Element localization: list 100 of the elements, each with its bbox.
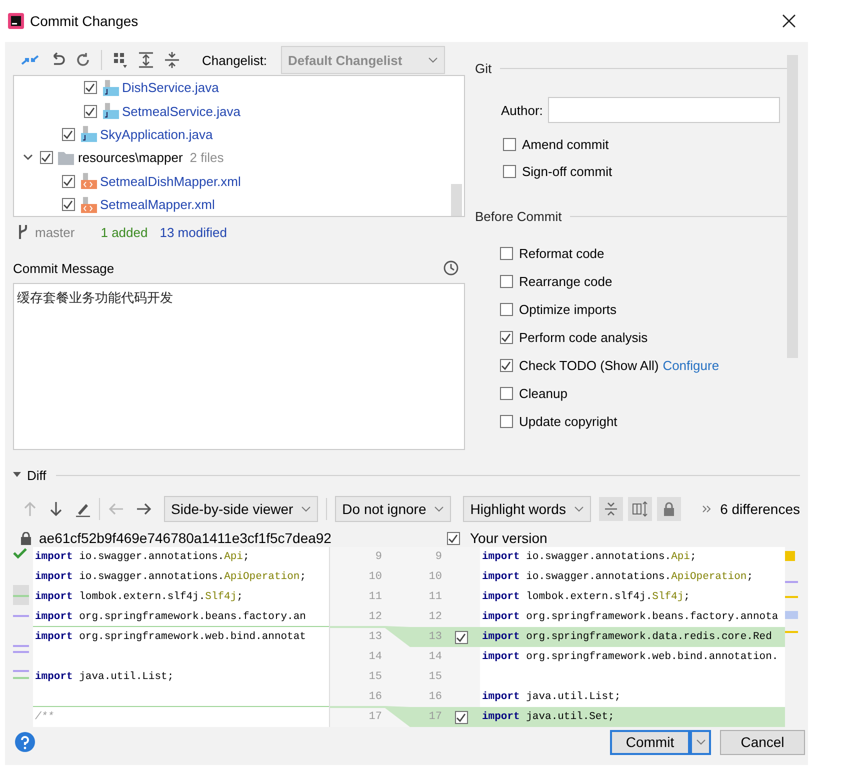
checkbox[interactable] <box>62 198 75 212</box>
line-number: 10 <box>368 571 382 583</box>
java-file-icon <box>101 78 119 97</box>
folder-icon <box>57 150 75 166</box>
line-number: 16 <box>368 691 382 703</box>
file-name[interactable]: SkyApplication.java <box>100 126 213 142</box>
commit-message-label: Commit Message <box>13 260 114 276</box>
xml-file-icon <box>79 172 97 190</box>
code-line: import org.springframework.data.redis.core.Red <box>482 631 772 643</box>
code-line: import lombok.extern.slf4j.Slf4j; <box>35 591 243 603</box>
code-line: /** <box>35 711 54 723</box>
check-icon <box>61 198 75 212</box>
right-arrow-icon[interactable] <box>136 502 152 516</box>
commit-message-field[interactable]: 缓存套餐业务功能代码开发 <box>13 283 465 450</box>
dropdown-button[interactable] <box>690 730 711 754</box>
code-line: import org.springframework.web.bind.annotat <box>35 631 306 643</box>
file-name[interactable]: SetmealMapper.xml <box>100 197 215 212</box>
window-title: Commit Changes <box>30 13 140 29</box>
checkbox[interactable] <box>500 358 513 372</box>
refresh-icon[interactable] <box>75 52 91 68</box>
highlight-dropdown[interactable]: Highlight words <box>463 496 591 522</box>
collapse-button[interactable] <box>598 497 623 521</box>
pencil-icon[interactable] <box>75 501 91 517</box>
lock-button[interactable] <box>656 497 681 521</box>
chevron-icon <box>428 57 438 63</box>
code-line: import io.swagger.annotations.Api; <box>482 551 696 563</box>
cancel-button[interactable]: Cancel <box>720 730 805 754</box>
double-chevron-icon[interactable] <box>702 505 712 513</box>
file-name[interactable]: SetmealService.java <box>122 104 240 119</box>
checkbox[interactable] <box>500 302 513 316</box>
code-line: import org.springframework.beans.factory.an <box>35 610 306 622</box>
chevron-icon <box>696 739 706 745</box>
scrollbar[interactable] <box>451 184 462 216</box>
line-number: 11 <box>368 591 382 603</box>
collapse-icon <box>604 502 618 516</box>
checkbox[interactable] <box>500 246 513 260</box>
clock-icon[interactable] <box>443 260 459 276</box>
checkbox[interactable] <box>500 386 513 400</box>
expand-all-icon[interactable] <box>138 52 154 68</box>
checkbox-label: Perform code analysis <box>519 330 648 344</box>
java-file-icon <box>101 102 119 120</box>
code-line: import io.swagger.annotations.ApiOperation; <box>482 571 753 583</box>
help-icon[interactable] <box>15 732 35 752</box>
line-number: 9 <box>434 551 442 563</box>
checkbox-label: Optimize imports <box>519 302 617 316</box>
line-number: 12 <box>368 611 382 623</box>
chevron-icon <box>434 506 444 512</box>
version-title: Your version <box>470 530 548 546</box>
file-name[interactable]: SetmealDishMapper.xml <box>100 174 241 189</box>
changelist-label: Changelist: <box>202 52 268 68</box>
checkbox[interactable] <box>503 165 516 178</box>
chevron-icon <box>574 506 584 512</box>
file-name[interactable]: DishService.java <box>122 80 219 96</box>
down-arrow-icon[interactable] <box>49 501 63 517</box>
checkbox[interactable] <box>62 174 75 188</box>
collapse-all-icon[interactable] <box>164 52 180 68</box>
line-number: 15 <box>368 671 382 683</box>
xml-file-icon <box>79 196 97 214</box>
columns-icon <box>632 501 648 517</box>
line-number: 16 <box>428 691 442 703</box>
commit-button[interactable]: Commit <box>610 730 690 754</box>
checkbox[interactable] <box>40 151 53 164</box>
section-title: Git <box>475 60 492 76</box>
lock-icon <box>21 532 31 544</box>
line-number: 9 <box>374 551 382 563</box>
checkbox[interactable] <box>62 128 75 141</box>
app-icon <box>8 13 24 29</box>
code-line: import org.springframework.beans.factory.annota <box>482 611 778 623</box>
line-number: 17 <box>368 711 382 723</box>
configure-link[interactable]: Configure <box>662 358 720 372</box>
checkbox[interactable] <box>503 138 516 151</box>
sync-scroll-button[interactable] <box>628 497 652 521</box>
group-icon[interactable] <box>112 51 128 69</box>
added-count: 1 added <box>100 224 148 240</box>
author-field[interactable] <box>548 97 780 123</box>
checkbox[interactable] <box>500 274 513 288</box>
revision-hash: ae61cf52b9f469e746780a1411e3cf1f5c7dea92 <box>39 530 332 546</box>
checkbox-label: Update copyright <box>519 414 618 428</box>
checkbox-label: Amend commit <box>522 137 609 152</box>
checkbox[interactable] <box>84 81 97 94</box>
line-number: 14 <box>368 651 382 663</box>
close-icon[interactable] <box>782 14 796 28</box>
file-count: 2 files <box>190 150 224 166</box>
checkbox[interactable] <box>500 330 513 344</box>
line-number: 15 <box>428 671 442 683</box>
ignore-dropdown[interactable]: Do not ignore <box>335 496 452 522</box>
viewer-dropdown[interactable]: Side-by-side viewer <box>164 496 318 522</box>
folder-name[interactable]: resources\mapper <box>78 150 183 166</box>
triangle-icon[interactable] <box>13 471 21 479</box>
checkbox[interactable] <box>447 532 460 544</box>
check-icon <box>13 547 27 559</box>
checkbox-label: Reformat code <box>519 246 604 260</box>
line-number: 13 <box>368 631 382 643</box>
scrollbar[interactable] <box>787 55 798 358</box>
code-line: import io.swagger.annotations.Api; <box>35 551 250 563</box>
checkbox[interactable] <box>500 414 513 428</box>
check-icon <box>39 151 53 164</box>
checkbox[interactable] <box>84 104 97 118</box>
branch-name: master <box>35 224 75 240</box>
section-title: Before Commit <box>475 208 562 224</box>
